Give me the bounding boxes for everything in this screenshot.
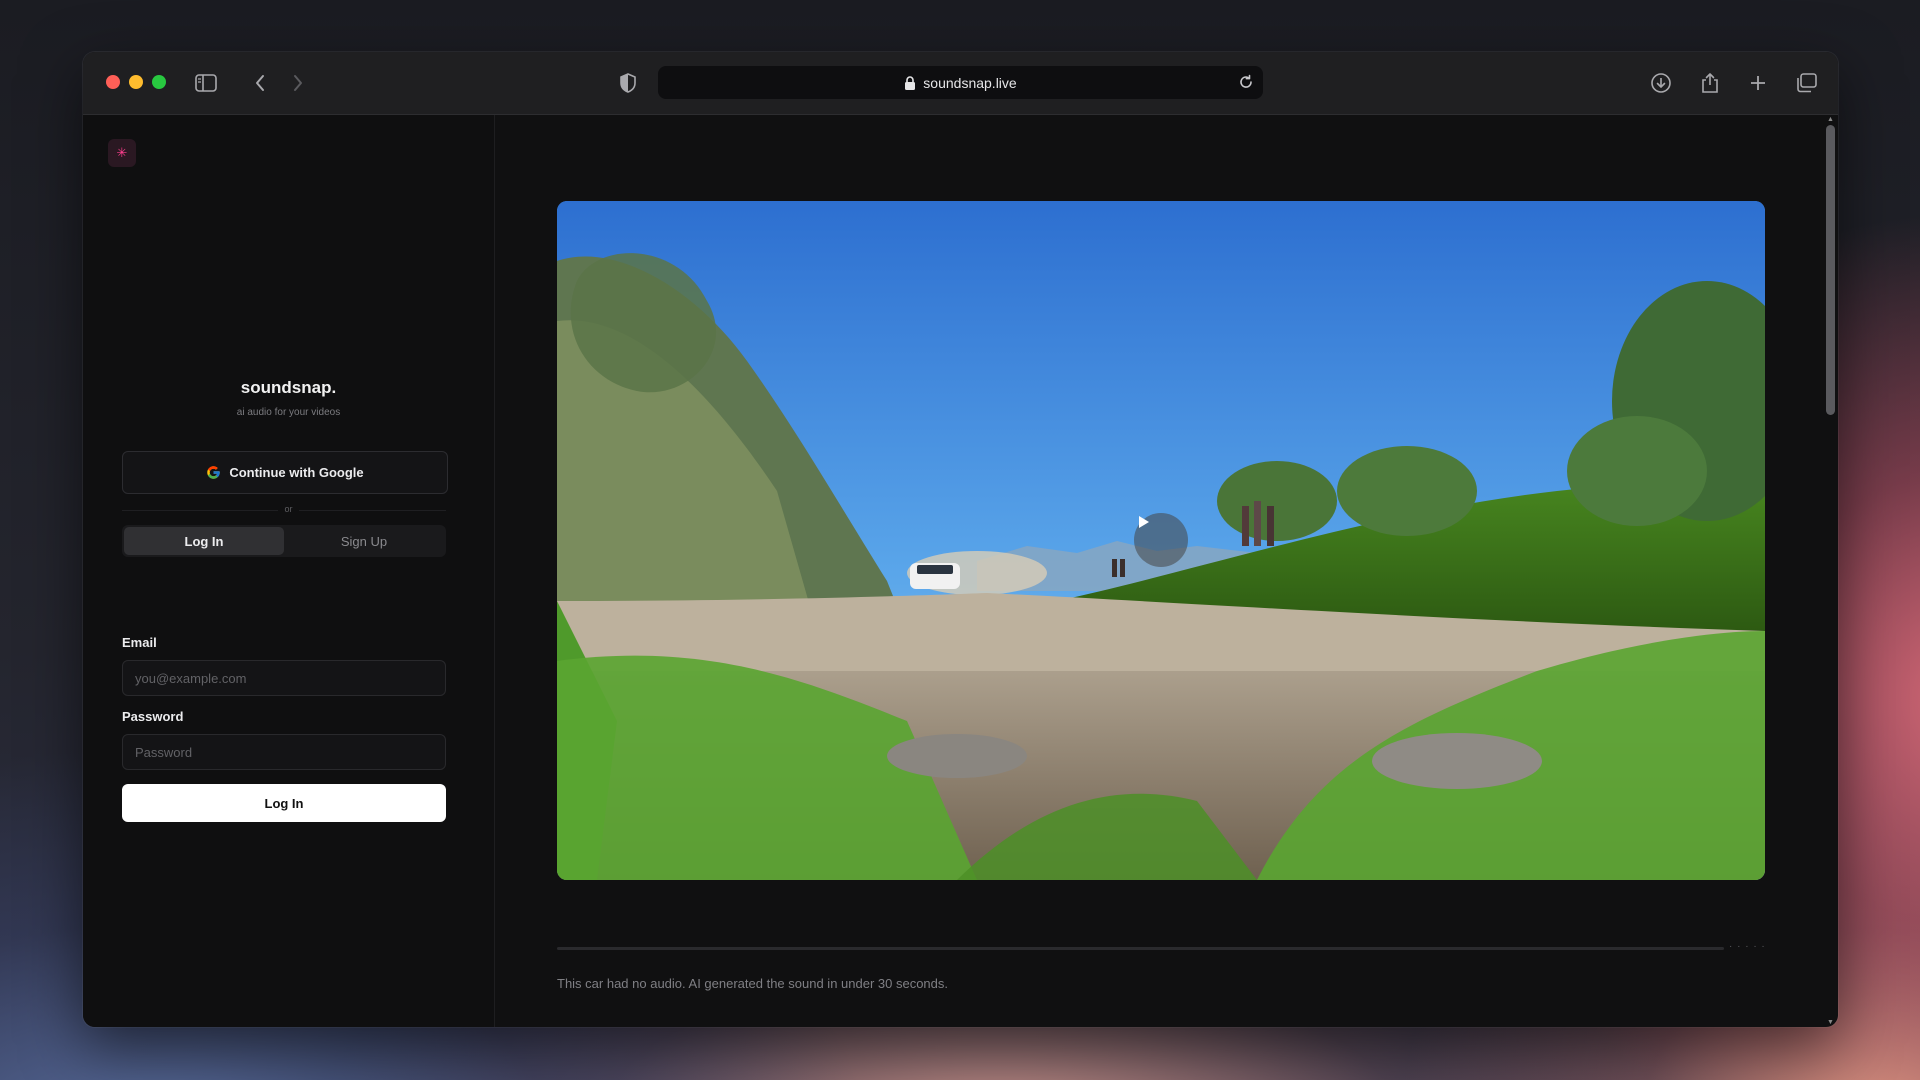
play-button[interactable]: [1134, 513, 1188, 567]
tab-sign-up[interactable]: Sign Up: [284, 527, 444, 555]
url-text: soundsnap.live: [923, 74, 1017, 91]
sidebar-icon[interactable]: [193, 70, 219, 96]
scroll-up-icon[interactable]: ▲: [1826, 116, 1835, 123]
video-progress-bar[interactable]: [557, 947, 1724, 950]
page-scrollbar[interactable]: [1826, 125, 1835, 415]
browser-window: soundsnap.live ✳ soundsnap. ai audio for…: [83, 52, 1838, 1027]
sparkle-icon[interactable]: ✳: [108, 139, 136, 167]
play-icon: [1139, 516, 1149, 528]
minimize-window-button[interactable]: [129, 75, 143, 89]
brand-name: soundsnap.: [240, 378, 337, 397]
password-label: Password: [122, 709, 184, 724]
continue-with-google-button[interactable]: Continue with Google: [122, 451, 448, 494]
browser-toolbar: soundsnap.live: [83, 52, 1838, 115]
address-bar[interactable]: soundsnap.live: [658, 66, 1263, 99]
password-field[interactable]: [122, 734, 446, 770]
reload-icon[interactable]: [1238, 74, 1254, 90]
demo-video[interactable]: [557, 201, 1765, 880]
google-button-label: Continue with Google: [229, 465, 364, 480]
email-label: Email: [122, 635, 157, 650]
auth-tabs: Log In Sign Up: [122, 525, 446, 557]
lock-icon: [905, 75, 916, 90]
tabs-overview-icon[interactable]: [1793, 70, 1819, 96]
log-in-button[interactable]: Log In: [122, 784, 446, 822]
page-content: ✳ soundsnap. ai audio for your videos Co…: [83, 115, 1838, 1027]
scroll-down-icon[interactable]: ▼: [1826, 1019, 1835, 1026]
zoom-window-button[interactable]: [152, 75, 166, 89]
tab-log-in[interactable]: Log In: [124, 527, 284, 555]
shield-icon[interactable]: [615, 70, 641, 96]
email-field[interactable]: [122, 660, 446, 696]
or-label: or: [278, 504, 299, 514]
video-caption: This car had no audio. AI generated the …: [557, 976, 948, 991]
loading-dots-icon: · · · · ·: [1729, 941, 1766, 952]
download-icon[interactable]: [1648, 70, 1674, 96]
chevron-right-icon[interactable]: [285, 70, 311, 96]
share-icon[interactable]: [1697, 70, 1723, 96]
chevron-left-icon[interactable]: [247, 70, 273, 96]
brand-tagline: ai audio for your videos: [236, 407, 341, 418]
auth-panel: ✳ soundsnap. ai audio for your videos Co…: [83, 115, 495, 1027]
close-window-button[interactable]: [106, 75, 120, 89]
plus-icon[interactable]: [1745, 70, 1771, 96]
google-icon: [207, 466, 221, 479]
